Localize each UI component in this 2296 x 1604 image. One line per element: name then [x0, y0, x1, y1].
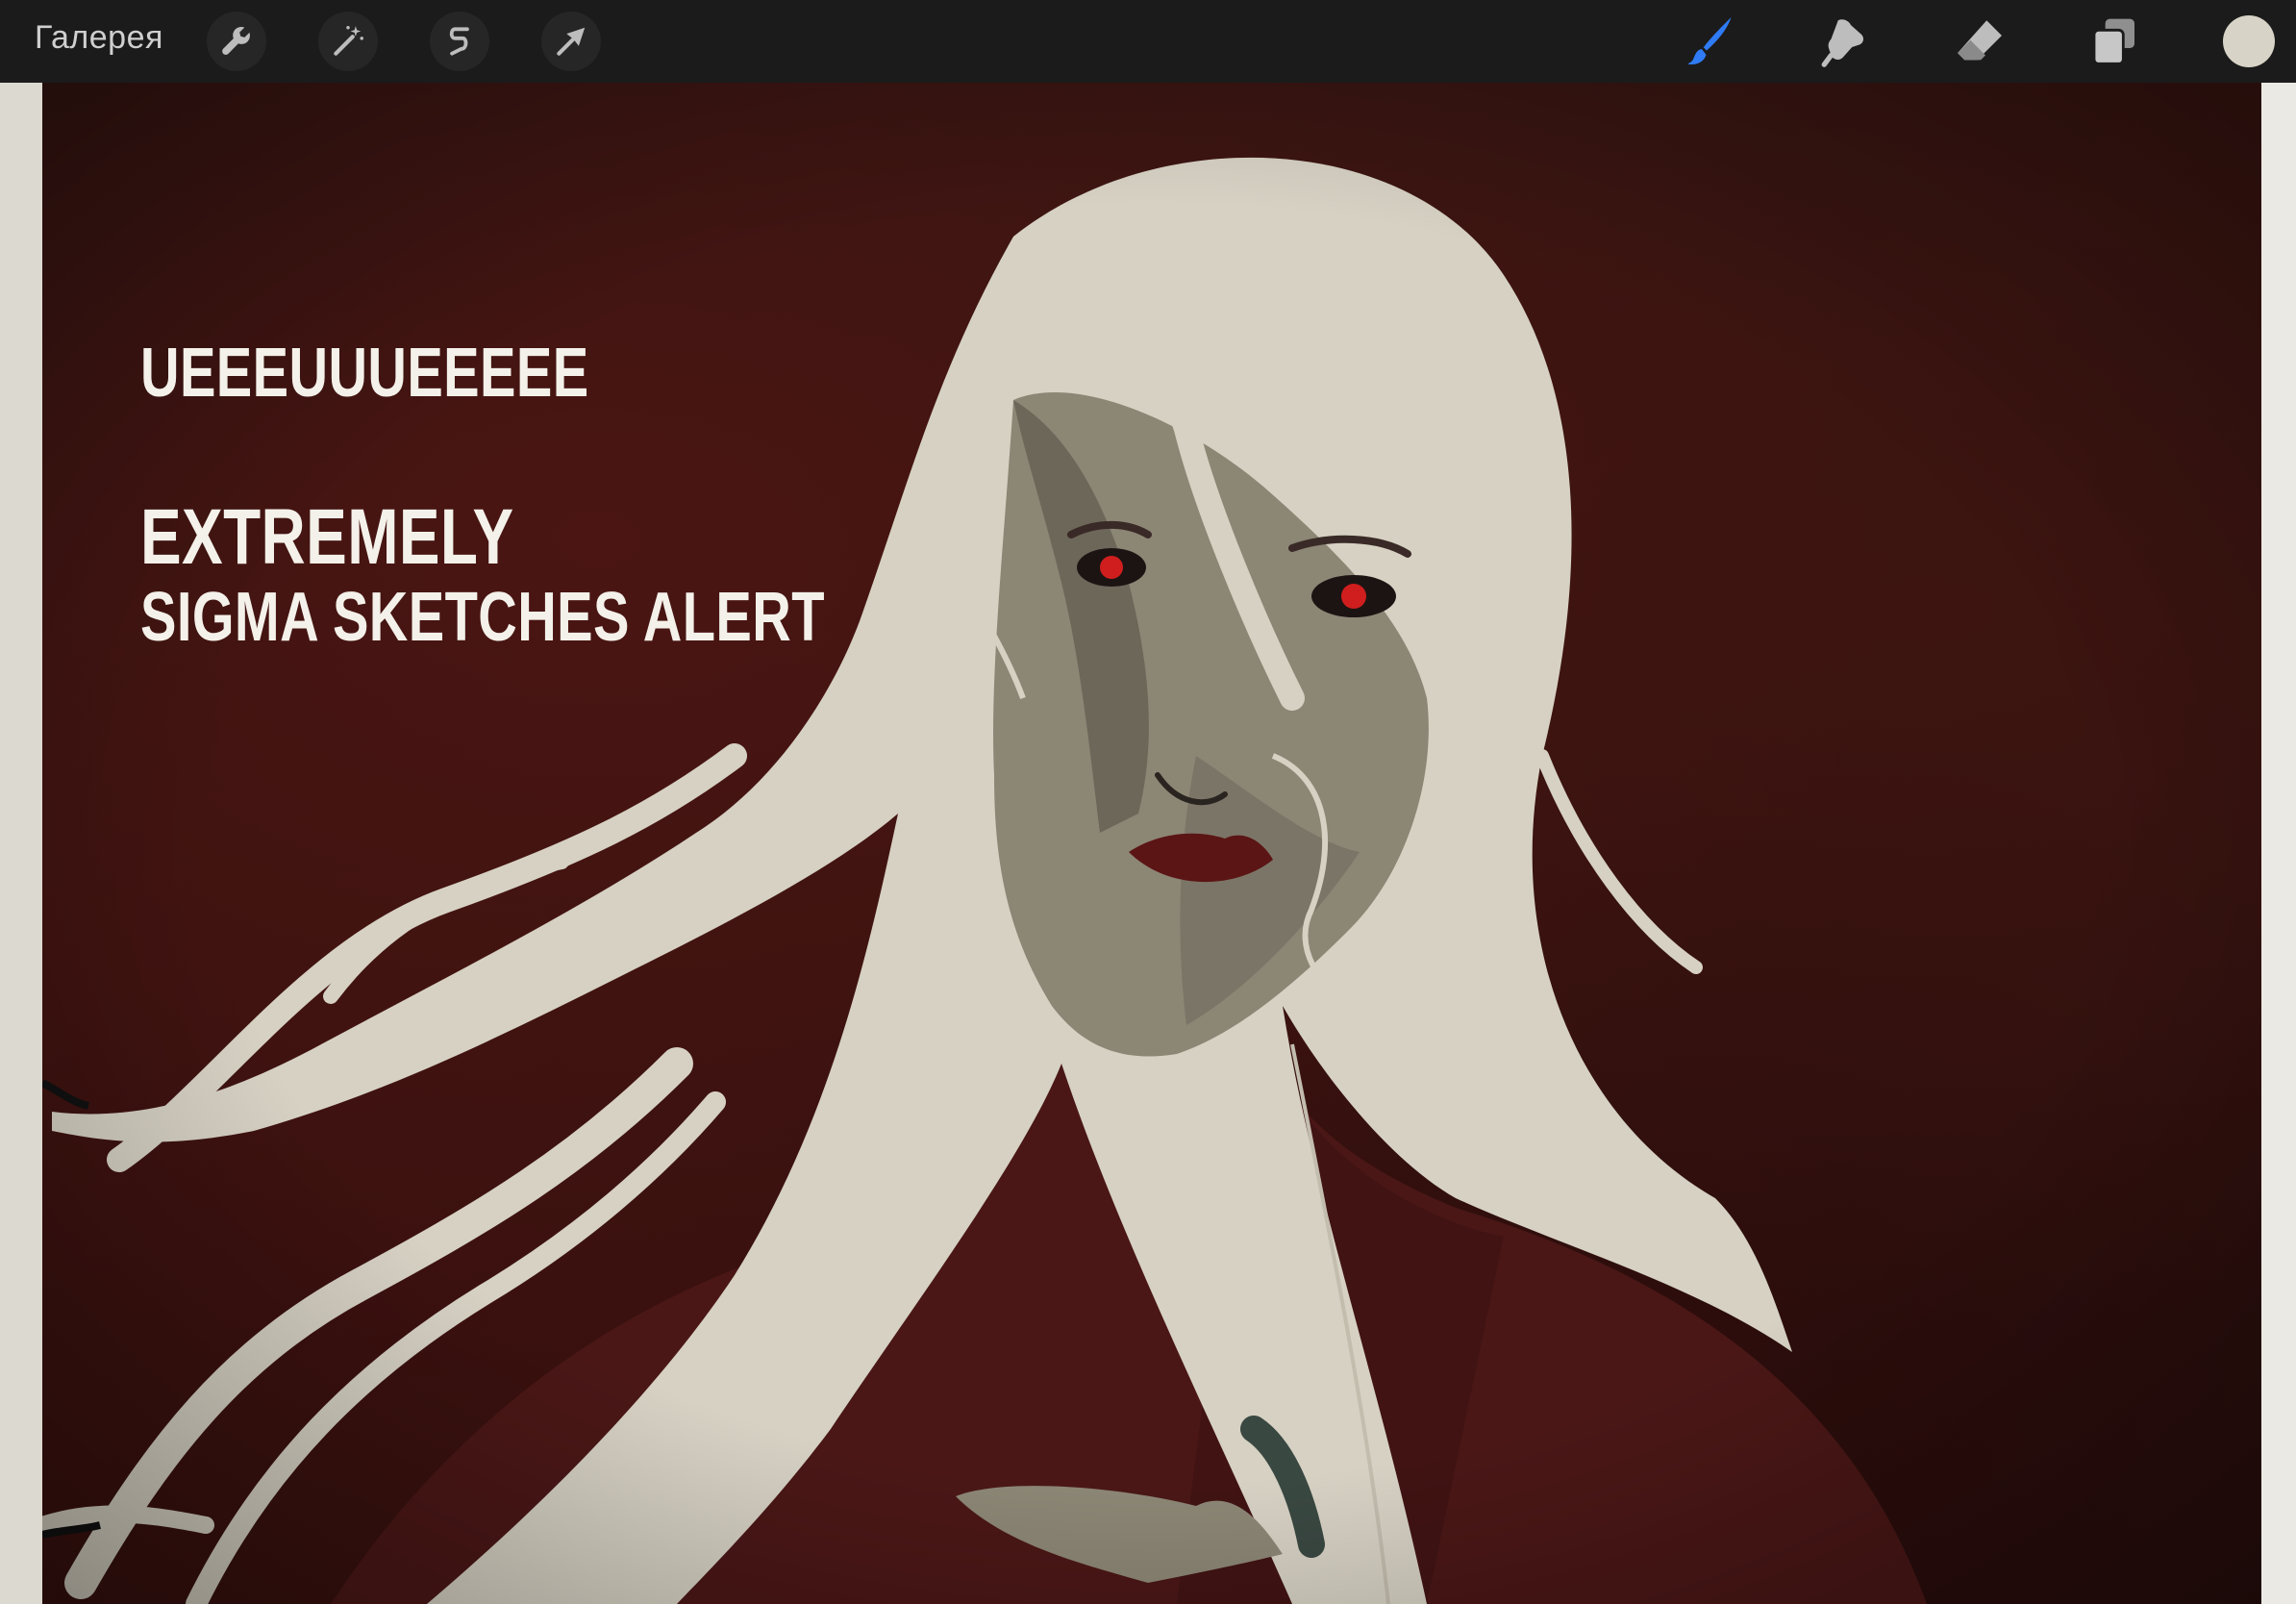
eraser-icon	[1958, 20, 2002, 61]
canvas-text-line-3: SIGMA SKETCHES ALERT	[140, 579, 825, 656]
wrench-icon	[222, 27, 250, 55]
canvas-area[interactable]: UEEEUUUEEEEE EXTREMELY SIGMA SKETCHES AL…	[0, 83, 2296, 1604]
canvas-text-line-2: EXTREMELY	[140, 493, 514, 581]
layers-button[interactable]	[2083, 10, 2146, 73]
color-picker-swatch[interactable]	[2223, 15, 2275, 67]
selection-button[interactable]	[430, 12, 489, 71]
transform-button[interactable]	[541, 12, 601, 71]
canvas-right-margin	[2261, 83, 2296, 1604]
layers-icon	[2092, 18, 2134, 65]
smudge-finger-icon	[1821, 19, 1864, 67]
brush-button[interactable]	[1678, 10, 1741, 73]
magic-wand-icon	[334, 26, 363, 56]
adjustments-button[interactable]	[318, 12, 378, 71]
illustration	[42, 83, 2261, 1604]
selection-s-icon	[449, 27, 469, 56]
canvas-text-line-1: UEEEUUUEEEEE	[140, 335, 589, 412]
top-toolbar: Галерея	[0, 0, 2296, 83]
gallery-button[interactable]: Галерея	[35, 19, 163, 57]
brush-icon	[1687, 17, 1732, 65]
actions-button[interactable]	[207, 12, 266, 71]
eraser-button[interactable]	[1948, 10, 2011, 73]
artwork-canvas[interactable]: UEEEUUUEEEEE EXTREMELY SIGMA SKETCHES AL…	[42, 83, 2261, 1604]
smudge-button[interactable]	[1813, 10, 1877, 73]
arrow-cursor-icon	[557, 27, 586, 56]
